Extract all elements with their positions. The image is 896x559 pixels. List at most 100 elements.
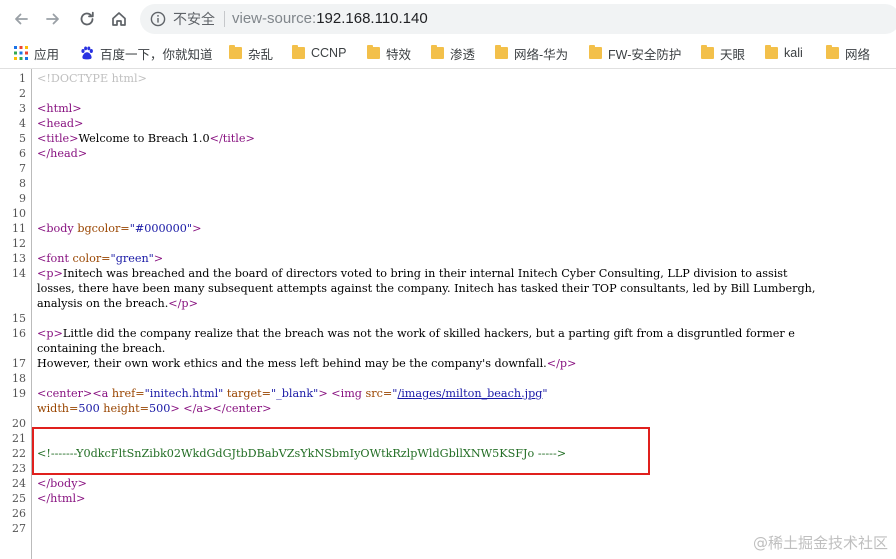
line-number: 15 bbox=[12, 312, 26, 325]
line-number: 19 bbox=[12, 387, 26, 400]
bookmark-label: kali bbox=[784, 46, 803, 60]
reload-button[interactable] bbox=[76, 8, 98, 30]
attr-href: href= bbox=[108, 387, 145, 400]
security-status-label[interactable]: 不安全 bbox=[173, 10, 215, 28]
folder-icon bbox=[589, 45, 602, 59]
paragraph-text: losses, there have been many subsequent … bbox=[37, 282, 816, 295]
line-number: 10 bbox=[12, 207, 26, 220]
line-number: 7 bbox=[19, 162, 26, 175]
tag-head-close: </head> bbox=[37, 147, 88, 160]
attr-bgcolor: bgcolor= bbox=[73, 222, 130, 235]
watermark-text: @稀土掘金技术社区 bbox=[752, 534, 888, 552]
paragraph-text: However, their own work ethics and the m… bbox=[37, 357, 547, 370]
line-number: 12 bbox=[12, 237, 26, 250]
line-number: 17 bbox=[12, 357, 26, 370]
home-button[interactable] bbox=[108, 8, 130, 30]
tag-font: <font bbox=[37, 252, 69, 265]
bookmark-folder[interactable]: 天眼 bbox=[701, 44, 745, 62]
red-highlight-box bbox=[32, 427, 650, 475]
img-src-link[interactable]: /images/milton_beach.jpg bbox=[397, 387, 542, 400]
attr-color: color= bbox=[68, 252, 111, 265]
line-number: 20 bbox=[12, 417, 26, 430]
folder-icon bbox=[431, 45, 444, 59]
tag-p-close: </p> bbox=[168, 297, 198, 310]
line-number: 18 bbox=[12, 372, 26, 385]
bookmark-folder[interactable]: 特效 bbox=[367, 44, 411, 62]
tag-p: <p> bbox=[37, 267, 63, 280]
folder-icon bbox=[292, 45, 305, 59]
paragraph-text: analysis on the breach. bbox=[37, 297, 169, 310]
tag-title: <title> bbox=[37, 132, 79, 145]
line-number: 1 bbox=[19, 72, 26, 85]
tag-p: <p> bbox=[37, 327, 63, 340]
line-number: 8 bbox=[19, 177, 26, 190]
tag-end: > bbox=[170, 402, 180, 415]
omnibox-separator bbox=[224, 11, 225, 27]
bookmark-folder[interactable]: kali bbox=[765, 44, 803, 62]
line-number: 16 bbox=[12, 327, 26, 340]
line-number: 26 bbox=[12, 507, 26, 520]
line-number: 27 bbox=[12, 522, 26, 535]
paragraph-text: Initech was breached and the board of di… bbox=[62, 267, 788, 280]
line-number: 13 bbox=[12, 252, 26, 265]
folder-icon bbox=[765, 45, 778, 59]
value-href: "initech.html" bbox=[144, 387, 224, 400]
line-number: 9 bbox=[19, 192, 26, 205]
bookmark-folder[interactable]: 渗透 bbox=[431, 44, 475, 62]
baidu-paw-icon bbox=[81, 46, 93, 60]
arrow-right-icon bbox=[46, 13, 59, 25]
line-number: 2 bbox=[19, 87, 26, 100]
back-button[interactable] bbox=[10, 8, 32, 30]
browser-toolbar: 不安全 view-source:192.168.110.140 bbox=[0, 0, 896, 38]
address-bar[interactable]: 不安全 view-source:192.168.110.140 bbox=[140, 4, 896, 34]
bookmarks-bar: 应用 百度一下，你就知道 杂乱 CCNP 特效 渗透 网络-华为 FW-安全防护… bbox=[0, 38, 896, 69]
folder-icon bbox=[701, 45, 714, 59]
tag-html-close: </html> bbox=[37, 492, 86, 505]
folder-icon bbox=[826, 45, 839, 59]
bookmark-apps[interactable]: 应用 bbox=[14, 44, 59, 62]
tag-head: <head> bbox=[37, 117, 84, 130]
value-height: 500 bbox=[148, 402, 171, 415]
bookmark-label: 应用 bbox=[34, 47, 60, 62]
attr-src: src= bbox=[361, 387, 393, 400]
bookmark-baidu[interactable]: 百度一下，你就知道 bbox=[80, 44, 213, 62]
home-icon bbox=[112, 12, 126, 26]
tag-center: <center> bbox=[37, 387, 93, 400]
url-text[interactable]: view-source:192.168.110.140 bbox=[232, 10, 428, 28]
attr-target: target= bbox=[223, 387, 272, 400]
bookmark-folder[interactable]: 杂乱 bbox=[229, 44, 273, 62]
tag-a: <a bbox=[92, 387, 109, 400]
tag-img: <img bbox=[331, 387, 362, 400]
tag-body: <body bbox=[37, 222, 74, 235]
bookmark-label: 天眼 bbox=[720, 47, 746, 62]
arrow-left-icon bbox=[15, 13, 28, 25]
paragraph-text: containing the breach. bbox=[37, 342, 166, 355]
tag-body-close: </body> bbox=[37, 477, 87, 490]
bookmark-label: 百度一下，你就知道 bbox=[100, 47, 213, 62]
tag-p-close: </p> bbox=[546, 357, 577, 370]
bookmark-label: 渗透 bbox=[450, 47, 476, 62]
line-number: 3 bbox=[19, 102, 26, 115]
bookmark-folder[interactable]: FW-安全防护 bbox=[589, 44, 681, 62]
bookmark-label: 网络-华为 bbox=[514, 47, 569, 62]
value-bgcolor: "#000000" bbox=[129, 222, 193, 235]
forward-button[interactable] bbox=[42, 8, 64, 30]
tag-title-close: </title> bbox=[209, 132, 255, 145]
info-icon[interactable] bbox=[150, 11, 166, 27]
line-number: 24 bbox=[12, 477, 26, 490]
line-number: 23 bbox=[12, 462, 26, 475]
tag-end: > bbox=[318, 387, 328, 400]
folder-icon bbox=[367, 45, 380, 59]
bookmark-label: 杂乱 bbox=[248, 47, 274, 62]
line-number: 14 bbox=[12, 267, 26, 280]
value-width: 500 bbox=[78, 402, 100, 415]
bookmark-folder[interactable]: 网络 bbox=[826, 44, 870, 62]
bookmark-folder[interactable]: 网络-华为 bbox=[495, 44, 568, 62]
value-color: "green" bbox=[110, 252, 154, 265]
tag-end: > bbox=[153, 252, 164, 265]
bookmark-folder[interactable]: CCNP bbox=[292, 44, 346, 62]
bookmark-label: FW-安全防护 bbox=[608, 47, 682, 62]
view-source-panel: 1 <!DOCTYPE html> 2 3 <html> 4 <head> 5 … bbox=[0, 69, 896, 559]
folder-icon bbox=[495, 45, 508, 59]
bookmark-label: 特效 bbox=[386, 47, 412, 62]
